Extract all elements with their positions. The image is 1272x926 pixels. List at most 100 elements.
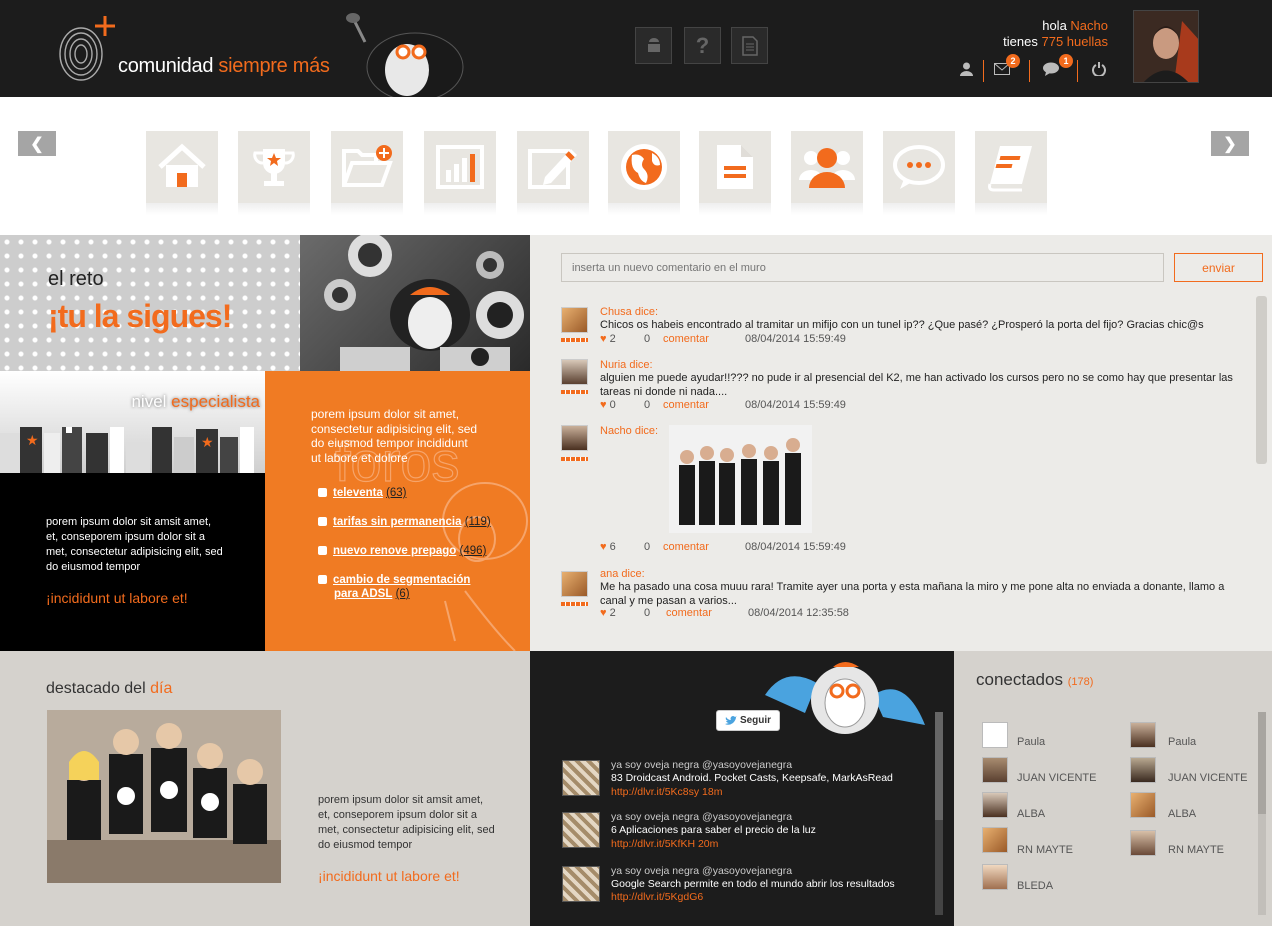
online-user-name[interactable]: BLEDA [1017, 880, 1053, 892]
post-avatar[interactable] [561, 359, 588, 385]
wall-comment-input[interactable] [561, 253, 1164, 282]
topic-label[interactable]: nuevo renove prepago [333, 545, 456, 557]
profile-icon[interactable] [960, 62, 973, 79]
chat-icon[interactable] [883, 131, 955, 203]
header-separator [983, 60, 984, 82]
user-avatar[interactable] [982, 722, 1008, 748]
heart-icon[interactable]: ♥ [600, 607, 607, 619]
hero-subtitle: ¡tu la sigues! [48, 298, 232, 334]
greeting-points: 775 huellas [1041, 34, 1109, 49]
tweet-user[interactable]: ya soy oveja negra @yasoyovejanegra [611, 759, 792, 771]
topic-link[interactable]: tarifas sin permanencia (119) [318, 516, 491, 528]
tweet-link[interactable]: http://dlvr.it/5KfKH 20m [611, 838, 718, 850]
tweet-avatar[interactable] [562, 812, 600, 848]
sheep-mascot-icon [346, 13, 464, 102]
tweet-user[interactable]: ya soy oveja negra @yasoyovejanegra [611, 811, 792, 823]
heart-icon[interactable]: ♥ [600, 333, 607, 345]
document-icon[interactable] [731, 27, 768, 64]
post-author[interactable]: Nuria dice: [600, 359, 653, 371]
topic-link[interactable]: televenta (63) [318, 487, 407, 499]
nav-shadow [699, 203, 771, 215]
online-user-name[interactable]: Paula [1168, 736, 1196, 748]
comment-link[interactable]: comentar [663, 541, 709, 553]
topic-link[interactable]: cambio de segmentación [318, 574, 470, 586]
user-avatar[interactable] [982, 757, 1008, 783]
topic-label[interactable]: para ADSL [334, 588, 392, 600]
comment-link[interactable]: comentar [663, 333, 709, 345]
logo-text[interactable]: comunidad siempre más [118, 55, 330, 78]
tweet-link[interactable]: http://dlvr.it/5Kc8sy 18m [611, 786, 722, 798]
messages-icon[interactable]: 2 [994, 54, 1020, 78]
online-user-name[interactable]: JUAN VICENTE [1017, 772, 1096, 784]
greeting-name[interactable]: Nacho [1070, 18, 1108, 33]
nav-shadow [517, 203, 589, 215]
post-author[interactable]: ana dice: [600, 568, 645, 580]
fingerprint-logo-icon[interactable] [55, 12, 125, 82]
heart-icon[interactable]: ♥ [600, 399, 607, 411]
globe-icon[interactable] [608, 131, 680, 203]
chart-icon[interactable] [424, 131, 496, 203]
topic-label[interactable]: televenta [333, 487, 383, 499]
tweet-avatar[interactable] [562, 760, 600, 796]
user-avatar[interactable] [1130, 757, 1156, 783]
post-author[interactable]: Chusa dice: [600, 306, 658, 318]
header-separator [1029, 60, 1030, 82]
trophy-icon[interactable] [238, 131, 310, 203]
online-user-name[interactable]: JUAN VICENTE [1168, 772, 1247, 784]
tweet-link[interactable]: http://dlvr.it/5KgdG6 [611, 891, 703, 903]
help-icon[interactable]: ? [684, 27, 721, 64]
online-user-name[interactable]: RN MAYTE [1168, 844, 1224, 856]
hero-dj-image [300, 233, 530, 371]
post-avatar[interactable] [561, 307, 588, 333]
post-text: Me ha pasado una cosa muuu rara! Tramite… [600, 581, 1225, 607]
online-user-name[interactable]: RN MAYTE [1017, 844, 1073, 856]
user-avatar[interactable] [982, 792, 1008, 818]
home-icon[interactable] [146, 131, 218, 203]
wall-send-button[interactable]: enviar [1174, 253, 1263, 282]
tweet-avatar[interactable] [562, 866, 600, 902]
post-avatar[interactable] [561, 425, 588, 451]
online-users-scrollbar-thumb[interactable] [1258, 712, 1266, 814]
user-avatar[interactable] [1130, 722, 1156, 748]
nav-next-button[interactable]: ❯ [1211, 131, 1249, 156]
nav-prev-button[interactable]: ❮ [18, 131, 56, 156]
bullet-icon [318, 488, 327, 497]
edit-icon[interactable] [517, 131, 589, 203]
users-icon[interactable] [791, 131, 863, 203]
level-title: nivel especialista [131, 392, 260, 412]
power-icon[interactable] [1092, 62, 1106, 79]
topic-label[interactable]: cambio de segmentación [333, 574, 470, 586]
topic-link-cont[interactable]: para ADSL (6) [334, 588, 410, 600]
tweet-user[interactable]: ya soy oveja negra @yasoyovejanegra [611, 865, 792, 877]
online-user-name[interactable]: ALBA [1017, 808, 1045, 820]
user-avatar[interactable] [1130, 830, 1156, 856]
nav-shadow [331, 203, 403, 215]
level-cta-link[interactable]: ¡incididunt ut labore et! [46, 590, 188, 606]
comments-icon[interactable]: 1 [1043, 54, 1073, 79]
online-user-name[interactable]: ALBA [1168, 808, 1196, 820]
twitter-scrollbar-thumb[interactable] [935, 712, 943, 820]
online-user-name[interactable]: Paula [1017, 736, 1045, 748]
heart-icon[interactable]: ♥ [600, 541, 607, 553]
user-avatar[interactable] [1133, 10, 1199, 83]
post-avatar[interactable] [561, 571, 588, 597]
comment-link[interactable]: comentar [666, 607, 712, 619]
svg-text:★: ★ [201, 434, 214, 450]
wall-scrollbar[interactable] [1256, 296, 1267, 464]
post-author[interactable]: Nacho dice: [600, 425, 658, 437]
topic-label[interactable]: tarifas sin permanencia [333, 516, 461, 528]
user-avatar[interactable] [982, 827, 1008, 853]
comment-link[interactable]: comentar [663, 399, 709, 411]
topic-link[interactable]: nuevo renove prepago (496) [318, 545, 486, 557]
android-icon[interactable] [635, 27, 672, 64]
featured-photo[interactable] [47, 710, 281, 883]
follow-button[interactable]: Seguir [716, 710, 780, 731]
file-text-icon[interactable] [699, 131, 771, 203]
featured-cta-link[interactable]: ¡incididunt ut labore et! [318, 868, 460, 884]
user-avatar[interactable] [1130, 792, 1156, 818]
book-icon[interactable] [975, 131, 1047, 203]
post-image[interactable] [669, 425, 812, 533]
post-text: alguien me puede ayudar!!??? no pude ir … [600, 372, 1233, 398]
user-avatar[interactable] [982, 864, 1008, 890]
folder-add-icon[interactable] [331, 131, 403, 203]
